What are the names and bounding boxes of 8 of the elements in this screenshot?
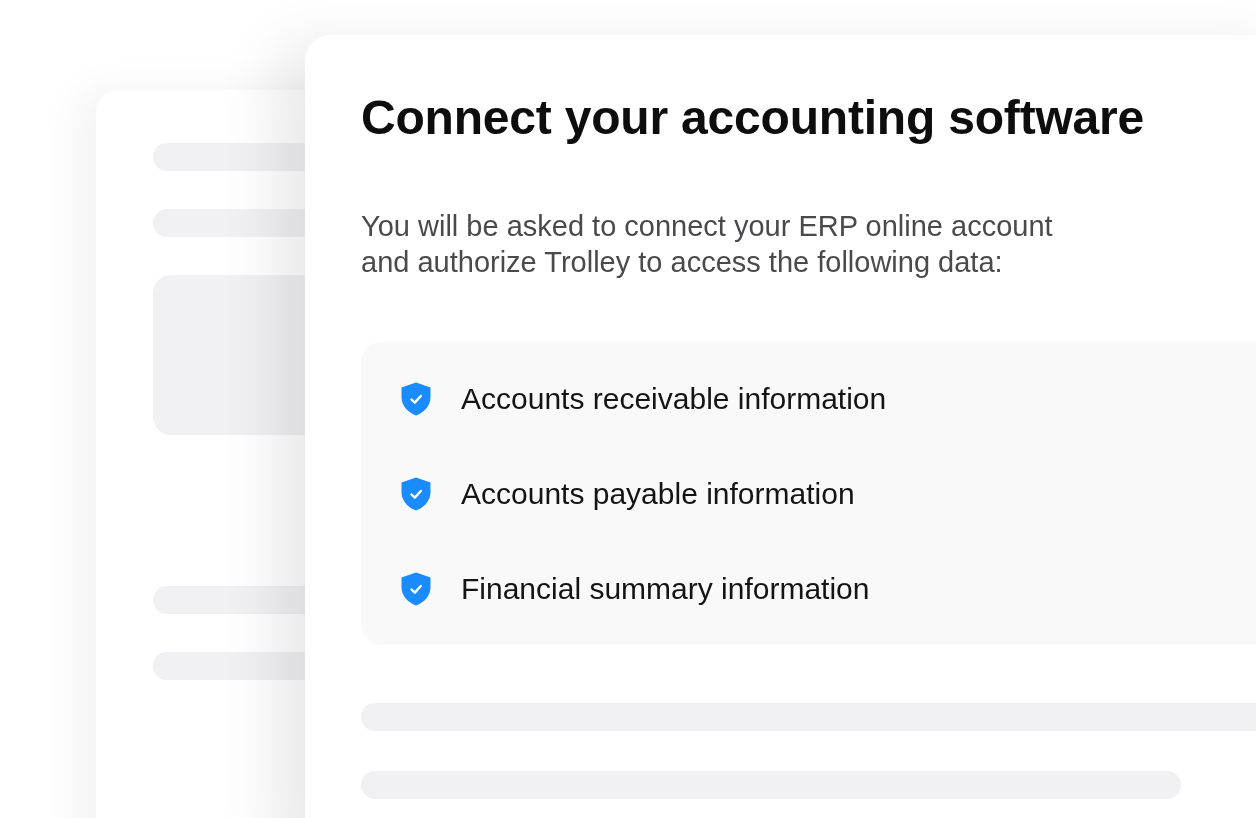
permission-label: Financial summary information: [461, 571, 870, 607]
permission-label: Accounts receivable information: [461, 381, 887, 417]
shield-check-icon: [401, 382, 431, 416]
shield-check-icon: [401, 572, 431, 606]
dialog-title: Connect your accounting software: [361, 90, 1145, 146]
dialog-description: You will be asked to connect your ERP online account and authorize Trolley to access the following data:: [361, 209, 1054, 280]
shield-check-icon: [401, 477, 431, 511]
permission-label: Accounts payable information: [461, 476, 855, 512]
